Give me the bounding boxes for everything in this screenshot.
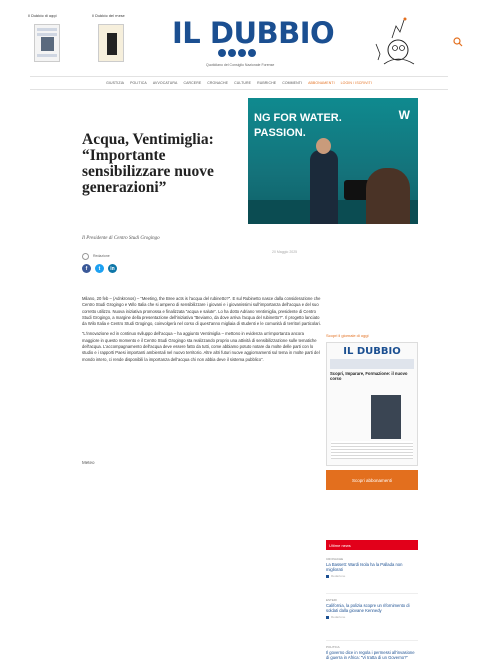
- site-header: Il Dubbio di oggi Il Dubbio del mese IL …: [0, 0, 478, 92]
- paper-photo: [371, 395, 401, 439]
- search-icon[interactable]: [453, 37, 463, 47]
- hero-logo-mark: W: [398, 108, 410, 122]
- hero-banner-text-2: PASSION.: [254, 127, 306, 139]
- today-paper-cover[interactable]: [34, 24, 60, 62]
- logo-dots: [218, 49, 256, 57]
- news-category: ESTERI: [326, 598, 337, 602]
- author-name[interactable]: Redazione: [93, 254, 110, 258]
- news-meta: Redazione: [331, 615, 346, 619]
- article-paragraph: Milano, 20 feb – (Adnkronos) – “Meeting,…: [82, 296, 321, 327]
- more-link[interactable]: Meteo: [82, 460, 95, 465]
- twitter-share-icon[interactable]: t: [95, 264, 104, 273]
- news-category: POLITICA: [326, 645, 340, 649]
- month-paper-thumbnail[interactable]: Il Dubbio del mese: [92, 14, 136, 62]
- nav-item-commenti[interactable]: COMMENTI: [282, 81, 302, 85]
- news-item[interactable]: ESTERI California, la polizia scopre un …: [326, 598, 418, 619]
- month-paper-cover[interactable]: [98, 24, 124, 62]
- nav-item-carcere[interactable]: CARCERE: [183, 81, 201, 85]
- author-avatar-icon: [82, 252, 89, 260]
- doodle-illustration-icon: [375, 17, 415, 65]
- article-paragraph: “L'innovazione ed in continuo sviluppo d…: [82, 331, 320, 362]
- news-title[interactable]: California, la polizia scopre un riforni…: [326, 603, 418, 613]
- news-title[interactable]: Il governo dice in regola i permessi all…: [326, 650, 418, 660]
- today-paper-preview[interactable]: IL DUBBIO Scopri, Imparare, Formazione: …: [326, 342, 418, 466]
- nav-item-rubriche[interactable]: RUBRICHE: [257, 81, 276, 85]
- article-body: Milano, 20 feb – (Adnkronos) – “Meeting,…: [82, 296, 322, 367]
- month-paper-label: Il Dubbio del mese: [92, 14, 125, 18]
- speaker-figure: [310, 150, 338, 224]
- nav-item-giustizia[interactable]: GIUSTIZIA: [106, 81, 124, 85]
- news-title[interactable]: La Bassett: Wardi Isola ha la Pallada no…: [326, 562, 418, 572]
- site-tagline: Quotidiano del Consiglio Nazionale Foren…: [206, 63, 275, 67]
- facebook-share-icon[interactable]: f: [82, 264, 91, 273]
- subscribe-button[interactable]: Scopri abbonamenti: [326, 470, 418, 490]
- share-buttons: f t in: [82, 264, 117, 273]
- nav-item-cronache[interactable]: CRONACHE: [207, 81, 228, 85]
- divider: [326, 593, 418, 594]
- speaker-head: [316, 138, 331, 154]
- author-icon: [326, 574, 329, 578]
- author-icon: [326, 615, 329, 619]
- hero-banner-text: NG FOR WATER.: [254, 112, 342, 124]
- interviewer-figure: [366, 168, 410, 224]
- nav-item-abbonamenti[interactable]: ABBONAMENTI: [308, 81, 335, 85]
- site-logo[interactable]: IL DUBBIO: [172, 18, 335, 48]
- linkedin-share-icon[interactable]: in: [108, 264, 117, 273]
- article-date: 20 Maggio 2025: [272, 250, 298, 254]
- news-category: CRONACHE: [326, 557, 344, 561]
- article-hero-image: NG FOR WATER. PASSION. W: [248, 98, 418, 224]
- nav-item-login-iscriviti[interactable]: LOGIN / ISCRIVITI: [341, 81, 372, 85]
- nav-item-avvocatura[interactable]: AVVOCATURA: [153, 81, 178, 85]
- today-paper-label: Il Dubbio di oggi: [28, 14, 57, 18]
- paper-headline: Scopri, Imparare, Formazione: il nuovo c…: [330, 371, 408, 381]
- news-item[interactable]: CRONACHE La Bassett: Wardi Isola ha la P…: [326, 557, 418, 578]
- nav-item-culture[interactable]: CULTURE: [234, 81, 251, 85]
- news-item[interactable]: POLITICA Il governo dice in regola i per…: [326, 645, 418, 660]
- article-headline: Acqua, Ventimiglia: “Importante sensibil…: [82, 131, 214, 196]
- article-subtitle: Il Presidente di Centro Studi Grogingo: [82, 236, 160, 241]
- divider: [326, 640, 418, 641]
- nav-item-politica[interactable]: POLITICA: [130, 81, 147, 85]
- news-meta: Redazione: [331, 574, 346, 578]
- main-navigation: GIUSTIZIA POLITICA AVVOCATURA CARCERE CRONAC…: [30, 76, 448, 90]
- today-paper-thumbnail[interactable]: Il Dubbio di oggi: [28, 14, 72, 62]
- paper-masthead: IL DUBBIO: [343, 346, 401, 357]
- sidebar-title: Scopri il giornale di oggi: [326, 333, 369, 338]
- latest-news-label: Ultime news: [326, 540, 418, 550]
